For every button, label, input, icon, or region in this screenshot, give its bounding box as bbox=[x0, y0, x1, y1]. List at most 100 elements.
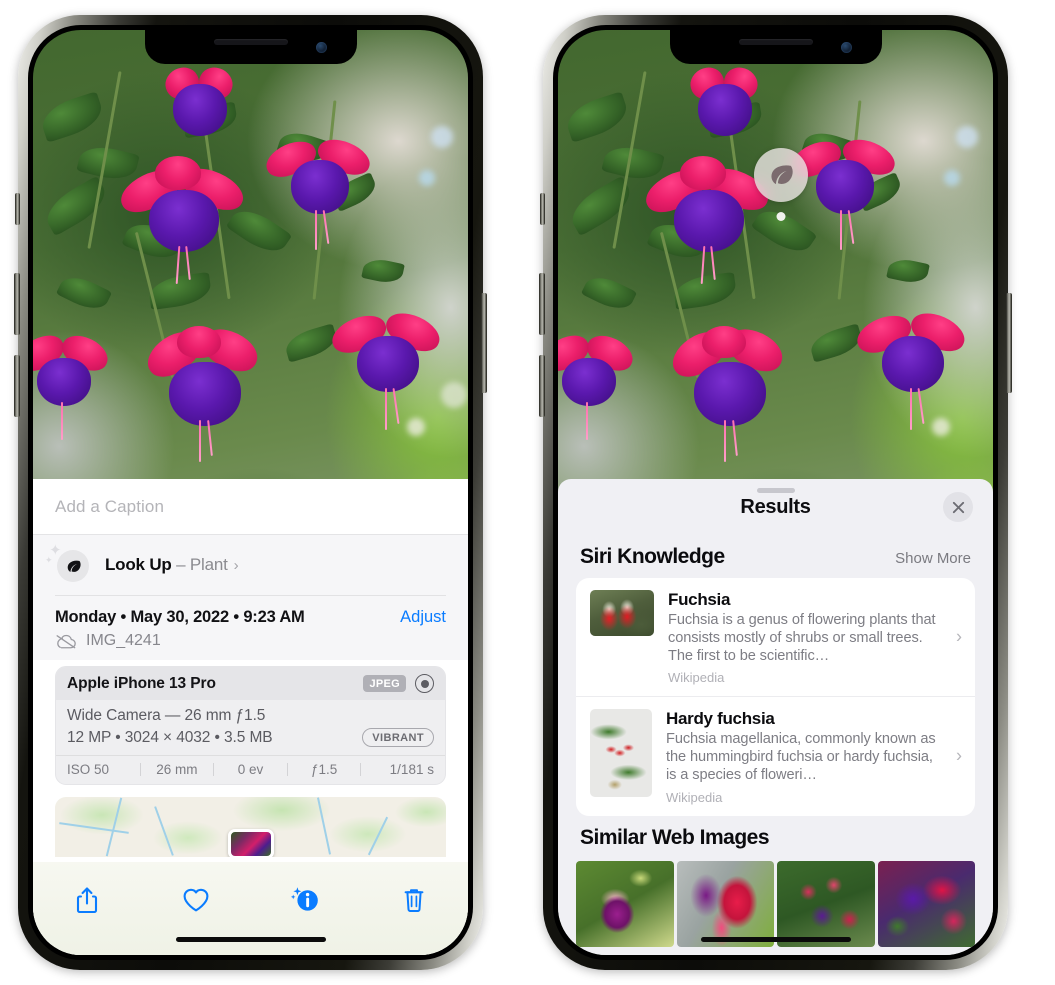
exif-card[interactable]: Apple iPhone 13 Pro JPEG Wide Camera — 2… bbox=[55, 666, 446, 785]
look-up-section: ✦ ✦ Look Up – Plant › bbox=[33, 535, 468, 596]
bokeh bbox=[407, 418, 425, 436]
home-indicator[interactable] bbox=[175, 937, 326, 942]
look-up-category: Plant bbox=[189, 555, 228, 574]
close-icon[interactable] bbox=[943, 492, 973, 522]
chevron-right-icon: › bbox=[233, 556, 239, 574]
aperture-icon bbox=[415, 674, 434, 693]
volume-up-button[interactable] bbox=[14, 273, 20, 335]
fuchsia-blossom bbox=[664, 321, 804, 462]
chevron-right-icon: › bbox=[956, 626, 962, 647]
silence-switch[interactable] bbox=[540, 193, 545, 225]
leaf-icon: ✦ ✦ bbox=[45, 543, 89, 582]
chevron-right-icon: › bbox=[956, 745, 962, 766]
iphone-right-device: Results Siri Knowledge Show More Fuchsia… bbox=[539, 15, 1012, 970]
look-up-dash: – bbox=[176, 555, 186, 574]
sim-image-3[interactable] bbox=[777, 860, 875, 947]
bokeh bbox=[419, 170, 435, 186]
similar-web-images-header: Similar Web Images bbox=[558, 816, 993, 859]
home-indicator[interactable] bbox=[700, 937, 851, 942]
exif-focal: 26 mm bbox=[156, 762, 198, 777]
list-item[interactable]: Hardy fuchsia Fuchsia magellanica, commo… bbox=[576, 696, 975, 815]
knowledge-source: Wikipedia bbox=[668, 670, 725, 686]
lens-info: Wide Camera — 26 mm ƒ1.5 bbox=[67, 707, 266, 724]
show-more-button[interactable]: Show More bbox=[895, 550, 971, 567]
siri-knowledge-header: Siri Knowledge Show More bbox=[558, 535, 993, 578]
fuchsia-blossom bbox=[157, 61, 243, 148]
bokeh bbox=[932, 418, 950, 436]
device-notch bbox=[669, 30, 882, 64]
list-item[interactable]: Fuchsia Fuchsia is a genus of flowering … bbox=[576, 578, 975, 696]
sim-image-4[interactable] bbox=[877, 860, 975, 947]
sim-image-1[interactable] bbox=[576, 860, 674, 947]
fuchsia-wiki-thumb bbox=[590, 590, 654, 636]
section-title: Similar Web Images bbox=[580, 825, 770, 849]
knowledge-description: Fuchsia is a genus of flowering plants t… bbox=[668, 612, 936, 665]
silence-switch[interactable] bbox=[15, 193, 20, 225]
exif-aperture: ƒ1.5 bbox=[310, 762, 338, 777]
results-title: Results bbox=[740, 495, 811, 518]
power-button[interactable] bbox=[481, 293, 487, 393]
exif-exposure: 0 ev bbox=[237, 762, 264, 777]
fuchsia-blossom bbox=[114, 156, 255, 285]
cloud-slash-icon bbox=[55, 634, 77, 649]
results-sheet: Results Siri Knowledge Show More Fuchsia… bbox=[558, 479, 993, 955]
image-size-info: 12 MP • 3024 × 4032 • 3.5 MB bbox=[67, 728, 273, 746]
front-camera bbox=[315, 42, 327, 53]
section-title: Siri Knowledge bbox=[580, 545, 725, 568]
info-sparkle-icon[interactable] bbox=[281, 880, 329, 920]
look-up-label: Look Up – Plant bbox=[105, 555, 228, 575]
device-bezel: Add a Caption ✦ ✦ Look Up – Plant › Mond… bbox=[28, 25, 473, 960]
heart-icon[interactable] bbox=[172, 880, 220, 920]
look-up-row[interactable]: ✦ ✦ Look Up – Plant › bbox=[45, 535, 446, 595]
flower-bud bbox=[363, 188, 380, 212]
exif-header: Apple iPhone 13 Pro JPEG bbox=[56, 667, 445, 700]
similar-images-grid bbox=[558, 860, 993, 947]
visual-look-up-badge[interactable] bbox=[754, 148, 808, 202]
bokeh bbox=[431, 126, 453, 148]
flower-bud bbox=[237, 322, 255, 347]
flower-bud bbox=[930, 216, 947, 240]
earpiece-speaker bbox=[738, 39, 813, 45]
look-up-title: Look Up bbox=[105, 555, 172, 574]
flower-bud bbox=[405, 216, 422, 240]
power-button[interactable] bbox=[1006, 293, 1012, 393]
date-block: Monday • May 30, 2022 • 9:23 AM Adjust I… bbox=[33, 596, 468, 660]
share-icon[interactable] bbox=[63, 880, 111, 920]
device-bezel: Results Siri Knowledge Show More Fuchsia… bbox=[553, 25, 998, 960]
flower-bud bbox=[624, 300, 642, 324]
volume-down-button[interactable] bbox=[14, 355, 20, 417]
format-badge: JPEG bbox=[363, 675, 406, 692]
exif-shutter: 1/181 s bbox=[389, 762, 434, 777]
flower-bud bbox=[728, 298, 748, 326]
flower-bud bbox=[295, 288, 311, 311]
knowledge-source: Wikipedia bbox=[666, 789, 723, 805]
bokeh bbox=[441, 382, 467, 408]
fuchsia-blossom bbox=[327, 305, 451, 430]
right-screen: Results Siri Knowledge Show More Fuchsia… bbox=[558, 30, 993, 955]
caption-field-row[interactable]: Add a Caption bbox=[33, 479, 468, 535]
camera-device-name: Apple iPhone 13 Pro bbox=[67, 674, 216, 692]
caption-placeholder[interactable]: Add a Caption bbox=[55, 497, 164, 517]
visual-look-up-anchor-dot bbox=[776, 212, 786, 221]
flower-bud bbox=[129, 136, 143, 156]
fuchsia-blossom bbox=[682, 61, 768, 148]
sim-image-2[interactable] bbox=[676, 860, 774, 947]
exif-stats-row: ISO 50 26 mm 0 ev ƒ1.5 1/181 s bbox=[56, 755, 445, 784]
location-map[interactable] bbox=[55, 797, 446, 857]
fuchsia-blossom bbox=[558, 328, 642, 440]
volume-up-button[interactable] bbox=[539, 273, 545, 335]
bokeh bbox=[956, 126, 978, 148]
flower-bud bbox=[762, 322, 780, 347]
bokeh bbox=[944, 170, 960, 186]
exif-iso: ISO 50 bbox=[67, 762, 110, 777]
capture-date: Monday • May 30, 2022 • 9:23 AM bbox=[55, 608, 305, 626]
fuchsia-blossom bbox=[33, 328, 117, 440]
adjust-button[interactable]: Adjust bbox=[400, 608, 446, 627]
volume-down-button[interactable] bbox=[539, 355, 545, 417]
flower-bud bbox=[820, 288, 836, 311]
trash-icon[interactable] bbox=[390, 880, 438, 920]
screenshot-root: Add a Caption ✦ ✦ Look Up – Plant › Mond… bbox=[0, 0, 1055, 985]
file-name: IMG_4241 bbox=[86, 632, 161, 649]
photographic-style-badge: VIBRANT bbox=[362, 728, 434, 747]
fuchsia-blossom bbox=[261, 130, 377, 250]
